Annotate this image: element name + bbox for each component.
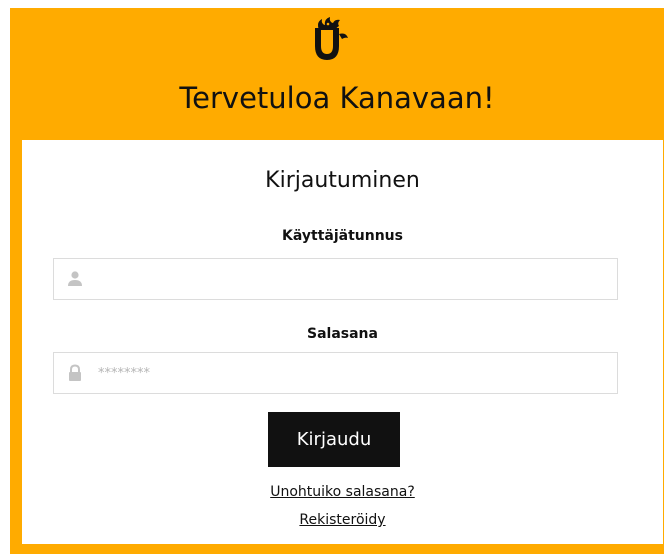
forgot-password-link[interactable]: Unohtuiko salasana? <box>22 482 663 502</box>
login-title: Kirjautuminen <box>265 168 420 193</box>
username-field-container <box>53 258 618 300</box>
lock-icon <box>69 364 81 381</box>
username-label: Käyttäjätunnus <box>282 228 403 244</box>
password-input[interactable] <box>98 353 608 393</box>
user-icon <box>68 271 82 286</box>
login-card: Kirjautuminen Käyttäjätunnus Salasana Ki… <box>22 140 663 544</box>
password-field-container <box>53 352 618 394</box>
password-label: Salasana <box>307 326 378 342</box>
welcome-heading: Tervetuloa Kanavaan! <box>179 81 495 115</box>
login-button[interactable]: Kirjaudu <box>268 412 400 467</box>
register-link[interactable]: Rekisteröidy <box>22 510 663 530</box>
rooster-u-logo <box>315 17 348 60</box>
login-page: Tervetuloa Kanavaan! Kirjautuminen Käytt… <box>0 0 669 554</box>
username-input[interactable] <box>98 259 608 299</box>
